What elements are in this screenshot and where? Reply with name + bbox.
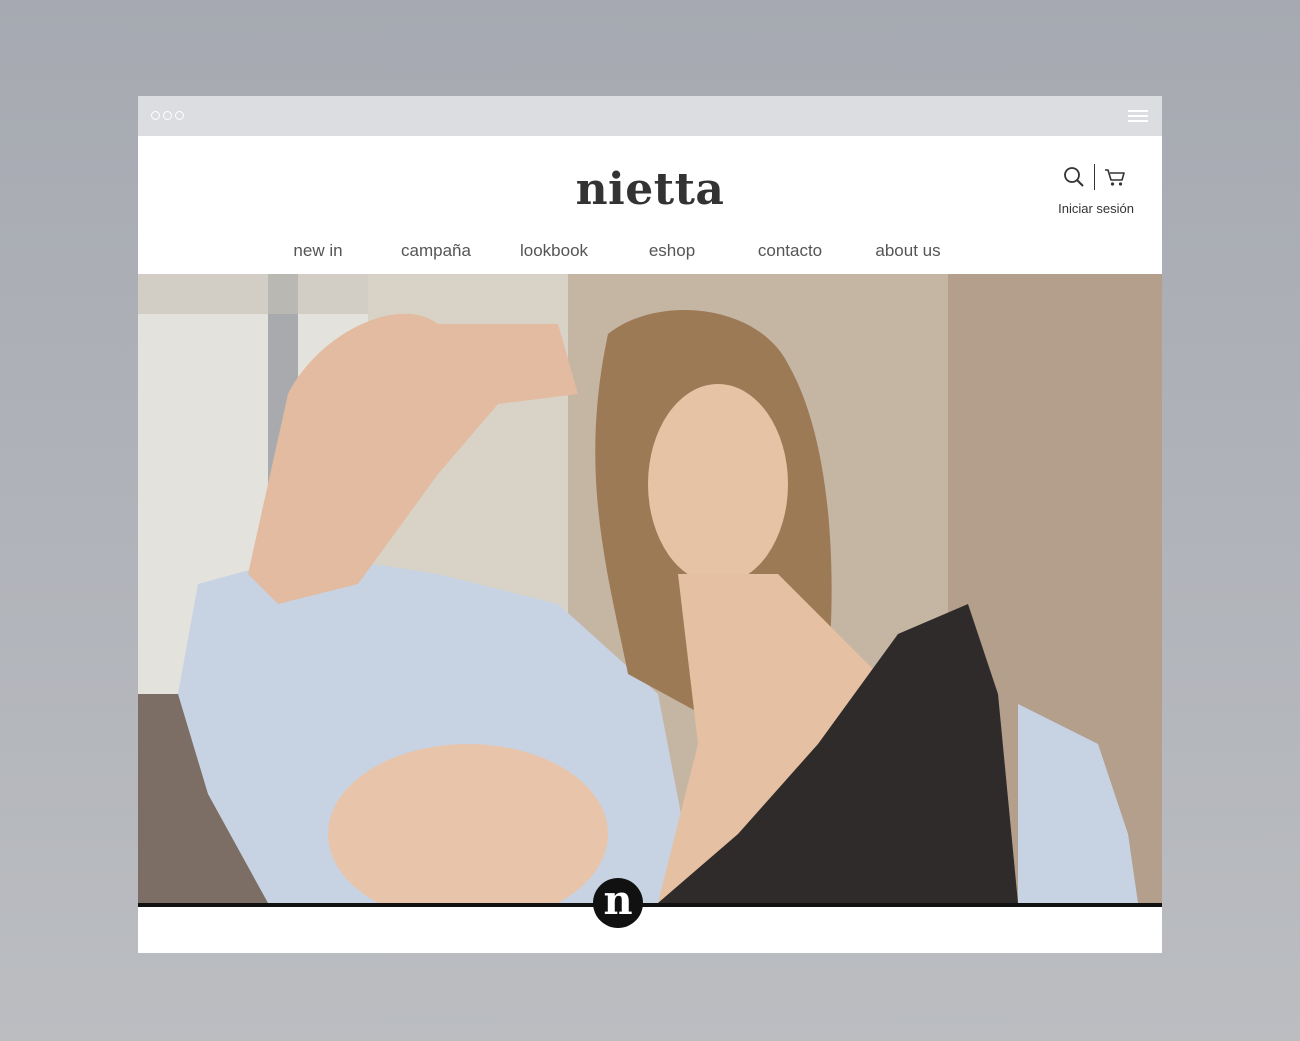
brand-logo[interactable]: nietta — [138, 164, 1162, 215]
search-icon[interactable] — [1063, 166, 1085, 188]
login-link[interactable]: Iniciar sesión — [1058, 201, 1134, 216]
browser-titlebar — [138, 96, 1162, 136]
site-header: nietta Iniciar sesión new in campaña loo… — [138, 136, 1162, 274]
header-utilities: Iniciar sesión — [1044, 164, 1134, 224]
nav-item-new-in[interactable]: new in — [293, 241, 342, 261]
nav-item-eshop[interactable]: eshop — [649, 241, 695, 261]
main-nav: new in campaña lookbook eshop contacto a… — [138, 241, 1162, 265]
hero-photo — [138, 274, 1162, 903]
header-icons — [1063, 164, 1126, 190]
window-controls — [151, 111, 184, 120]
icon-divider — [1094, 164, 1095, 190]
nav-item-campana[interactable]: campaña — [401, 241, 471, 261]
window-dot-icon[interactable] — [175, 111, 184, 120]
hero-divider — [138, 903, 1162, 907]
browser-window: nietta Iniciar sesión new in campaña loo… — [138, 96, 1162, 953]
cart-icon[interactable] — [1104, 166, 1126, 188]
hero-banner[interactable] — [138, 274, 1162, 903]
nav-item-lookbook[interactable]: lookbook — [520, 241, 588, 261]
nav-item-contacto[interactable]: contacto — [758, 241, 822, 261]
window-dot-icon[interactable] — [163, 111, 172, 120]
nav-item-about-us[interactable]: about us — [875, 241, 940, 261]
window-dot-icon[interactable] — [151, 111, 160, 120]
brand-badge[interactable]: n — [593, 878, 643, 928]
hamburger-icon[interactable] — [1128, 110, 1148, 122]
